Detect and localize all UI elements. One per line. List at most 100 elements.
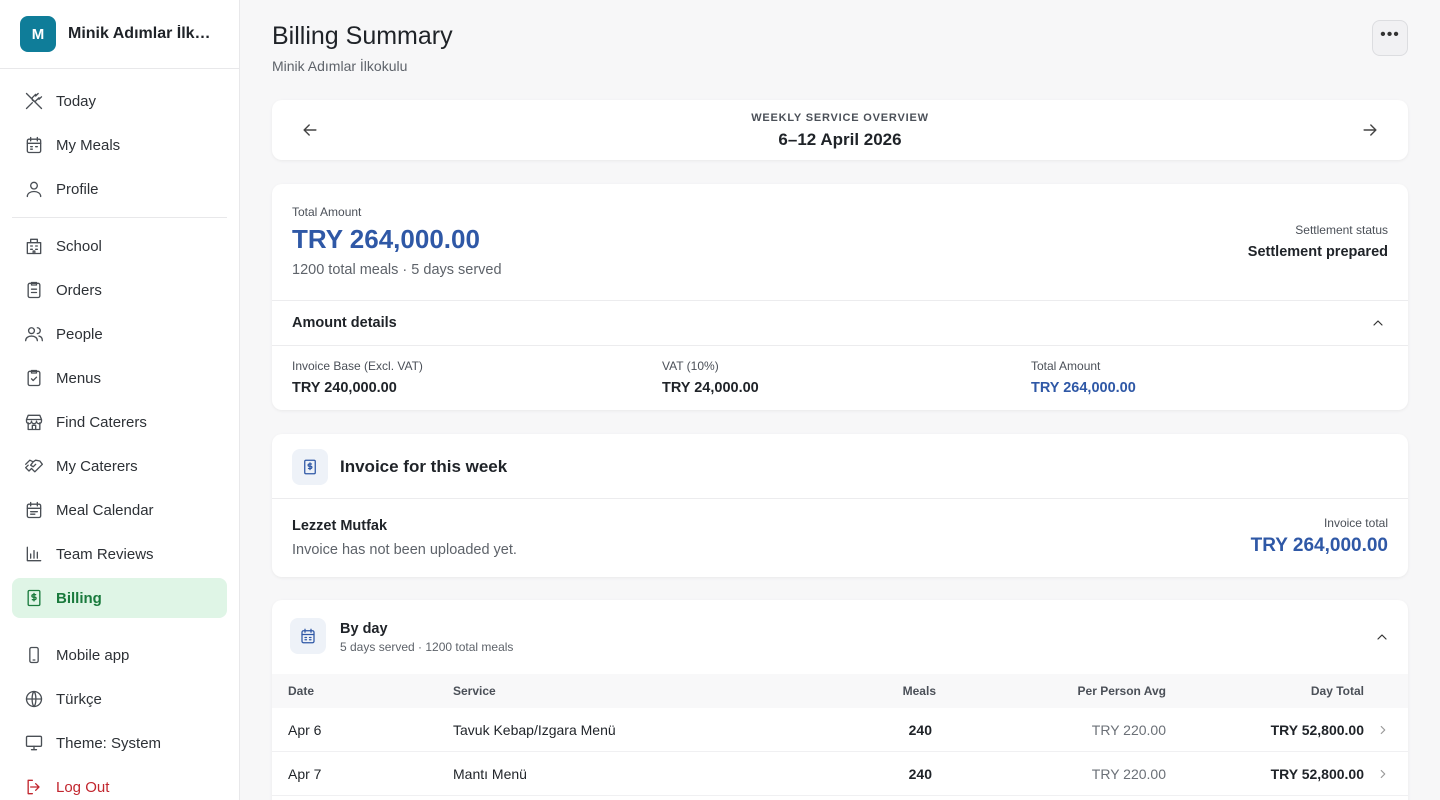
row-total: TRY 52,800.00 — [1270, 765, 1364, 782]
total-amount-value: TRY 264,000.00 — [292, 224, 480, 254]
logout-icon — [24, 777, 44, 797]
sidebar-item-label: My Caterers — [56, 457, 138, 475]
row-meals: 240 — [908, 765, 932, 782]
sidebar-nav: Today My Meals Profile School Orders Peo… — [0, 69, 239, 800]
vat-value: TRY 24,000.00 — [662, 380, 759, 396]
by-day-title: By day — [340, 621, 388, 637]
invoice-base-value: TRY 240,000.00 — [292, 380, 397, 396]
invoice-icon-box — [292, 449, 328, 485]
sidebar-item-team-reviews[interactable]: Team Reviews — [12, 534, 227, 574]
sidebar-item-menus[interactable]: Menus — [12, 358, 227, 398]
arrow-right-icon — [1363, 124, 1377, 136]
invoice-total-label: Invoice total — [1323, 516, 1388, 530]
row-date: Apr 7 — [288, 765, 322, 782]
table-header: Date Service Meals Per Person Avg Day To… — [272, 674, 1408, 708]
total-amount-label: Total Amount — [292, 205, 362, 219]
sidebar-item-logout[interactable]: Log Out — [12, 767, 227, 800]
invoice-card: Invoice for this week Lezzet Mutfak Invo… — [272, 434, 1408, 577]
sidebar-item-my-caterers[interactable]: My Caterers — [12, 446, 227, 486]
building-icon — [24, 236, 44, 256]
sidebar-item-find-caterers[interactable]: Find Caterers — [12, 402, 227, 442]
sidebar-item-label: Today — [56, 92, 97, 110]
sidebar-item-people[interactable]: People — [12, 314, 227, 354]
bar-chart-icon — [24, 544, 44, 564]
by-day-toggle[interactable]: By day 5 days served · 1200 total meals — [272, 600, 1408, 674]
sidebar-item-label: My Meals — [56, 136, 121, 154]
chevron-up-icon — [1374, 629, 1390, 645]
clipboard-list-icon — [24, 280, 44, 300]
details-total-label: Total Amount — [1031, 359, 1101, 373]
more-options-button[interactable]: ••• — [1372, 20, 1408, 56]
row-total: TRY 52,800.00 — [1270, 721, 1364, 738]
col-total: Day Total — [1310, 684, 1364, 698]
sidebar-item-profile[interactable]: Profile — [12, 169, 227, 209]
details-total-value: TRY 264,000.00 — [1031, 380, 1136, 396]
sidebar-divider — [12, 217, 227, 218]
by-day-icon-box — [290, 618, 326, 654]
calendar-icon — [24, 135, 44, 155]
calendar-days-icon — [24, 500, 44, 520]
sidebar-item-label: Log Out — [56, 778, 110, 796]
sidebar-item-school[interactable]: School — [12, 226, 227, 266]
globe-icon — [24, 689, 44, 709]
users-icon — [24, 324, 44, 344]
caterer-name: Lezzet Mutfak — [292, 518, 388, 534]
amount-details-title: Amount details — [292, 315, 397, 331]
chevron-up-icon — [1370, 315, 1386, 331]
sidebar-item-label: Mobile app — [56, 646, 130, 664]
page-title: Billing Summary — [272, 22, 453, 50]
vat-label: VAT (10%) — [662, 359, 719, 373]
table-row[interactable]: Apr 6 Tavuk Kebap/Izgara Menü 240 TRY 22… — [272, 708, 1408, 752]
receipt-dollar-icon — [304, 459, 316, 475]
row-avg: TRY 220.00 — [1091, 765, 1166, 782]
invoice-upload-status: Invoice has not been uploaded yet. — [292, 542, 517, 558]
calendar-icon — [301, 628, 315, 644]
col-meals: Meals — [902, 684, 936, 698]
divider — [272, 498, 1408, 499]
sidebar-item-orders[interactable]: Orders — [12, 270, 227, 310]
chevron-right-icon — [1376, 708, 1390, 751]
sidebar-item-meal-calendar[interactable]: Meal Calendar — [12, 490, 227, 530]
sidebar-item-label: Meal Calendar — [56, 501, 154, 519]
brand-name: Minik Adımlar İlkokulu — [68, 25, 218, 42]
sidebar-item-mobile-app[interactable]: Mobile app — [12, 635, 227, 675]
by-day-card: By day 5 days served · 1200 total meals … — [272, 600, 1408, 800]
page-subtitle: Minik Adımlar İlkokulu — [272, 58, 408, 74]
clipboard-check-icon — [24, 368, 44, 388]
sidebar-item-label: Profile — [56, 180, 99, 198]
total-summary: 1200 total meals · 5 days served — [292, 262, 502, 278]
sidebar-item-label: Theme: System — [56, 734, 162, 752]
row-service: Tavuk Kebap/Izgara Menü — [453, 721, 616, 738]
invoice-base-label: Invoice Base (Excl. VAT) — [292, 359, 423, 373]
row-service: Mantı Menü — [453, 765, 527, 782]
user-icon — [24, 179, 44, 199]
sidebar-item-label: Team Reviews — [56, 545, 154, 563]
sidebar-item-label: Billing — [56, 589, 102, 607]
chevron-right-icon — [1376, 752, 1390, 795]
brand-avatar: M — [20, 16, 56, 52]
week-navigator: WEEKLY SERVICE OVERVIEW 6–12 April 2026 — [272, 100, 1408, 160]
sidebar-item-my-meals[interactable]: My Meals — [12, 125, 227, 165]
sidebar-item-language[interactable]: Türkçe — [12, 679, 227, 719]
monitor-icon — [24, 733, 44, 753]
sidebar-item-today[interactable]: Today — [12, 81, 227, 121]
settlement-status-value: Settlement prepared — [1247, 244, 1388, 260]
sidebar-item-theme[interactable]: Theme: System — [12, 723, 227, 763]
sidebar-item-label: People — [56, 325, 103, 343]
sidebar-item-label: Find Caterers — [56, 413, 147, 431]
next-week-button[interactable] — [1360, 120, 1380, 140]
table-row[interactable]: Apr 7 Mantı Menü 240 TRY 220.00 TRY 52,8… — [272, 752, 1408, 796]
receipt-dollar-icon — [24, 588, 44, 608]
amount-details-toggle[interactable]: Amount details — [272, 301, 1408, 345]
divider — [272, 345, 1408, 346]
sidebar-item-label: School — [56, 237, 102, 255]
sidebar-item-billing[interactable]: Billing — [12, 578, 227, 618]
invoice-total-value: TRY 264,000.00 — [1250, 535, 1388, 556]
store-icon — [24, 412, 44, 432]
row-meals: 240 — [908, 721, 932, 738]
week-label: WEEKLY SERVICE OVERVIEW — [751, 112, 929, 124]
handshake-icon — [24, 456, 44, 476]
utensils-crossed-icon — [24, 91, 44, 111]
sidebar-item-label: Türkçe — [56, 690, 102, 708]
brand-header[interactable]: M Minik Adımlar İlkokulu — [0, 0, 239, 69]
